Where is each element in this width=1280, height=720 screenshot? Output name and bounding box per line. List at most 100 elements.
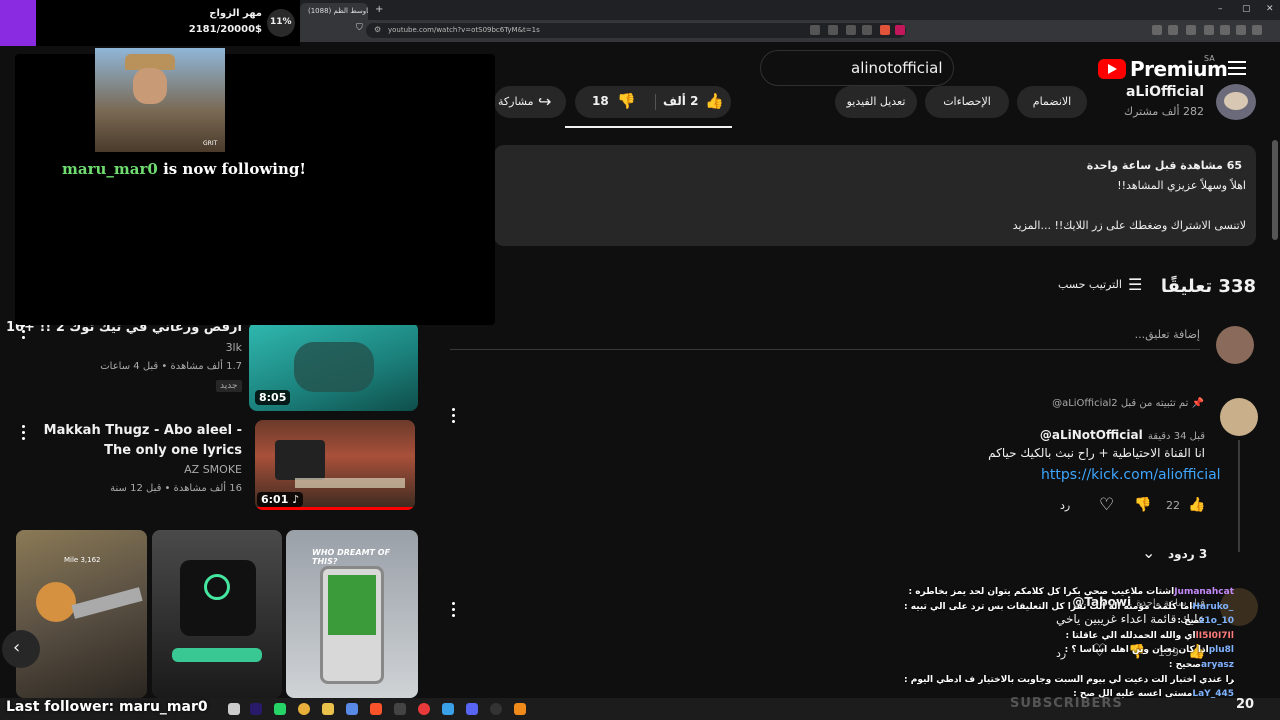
sidebar-icon[interactable] <box>1204 25 1214 35</box>
short-thumbnail[interactable]: Mile 3,162 <box>16 530 147 698</box>
wallet-icon[interactable] <box>1220 25 1230 35</box>
chat-message: : اشتات ملاعيب صحي بكرا كل كلامكم يتوان … <box>909 587 1235 597</box>
maximize-icon[interactable]: ▢ <box>1242 4 1251 14</box>
sort-button[interactable]: ☰ الترتيب حسب <box>1050 274 1154 296</box>
tab-title: (1088) ماوسط الظم... <box>308 7 368 15</box>
minimize-icon[interactable]: – <box>1218 4 1223 14</box>
short-thumbnail[interactable]: WHO DREAMT OF THIS? <box>286 530 418 698</box>
goal-percent-circle: 11% <box>267 9 295 37</box>
join-label: الانضمام <box>1032 95 1072 108</box>
url-field[interactable]: ⚙ youtube.com/watch?v=otS09bc6TyM&t=1s <box>366 23 906 38</box>
taskbar-vlc-icon[interactable] <box>514 703 526 715</box>
comment-menu-icon[interactable] <box>452 408 456 426</box>
stats-button[interactable]: الإحصاءات <box>925 86 1009 118</box>
share-button[interactable]: ↪ مشاركة <box>494 86 566 118</box>
edit-video-button[interactable]: تعديل الفيديو <box>835 86 917 118</box>
new-tab-button[interactable]: + <box>375 4 383 15</box>
video-thumbnail[interactable]: 6:01 ♪ <box>255 420 415 510</box>
taskbar-obs-icon[interactable] <box>490 703 502 715</box>
extension-icon-1[interactable] <box>1152 25 1162 35</box>
short-thumbnail[interactable] <box>152 530 282 698</box>
pinned-label: 📌 تم تثبيته من قبل ‎@aLiOfficial2 <box>990 398 1204 409</box>
join-button[interactable]: الانضمام <box>1017 86 1087 118</box>
video-title[interactable]: Makkah Thugz - Abo aleel - The only one … <box>40 421 242 461</box>
taskbar-app-icon[interactable] <box>442 703 454 715</box>
chat-message: : على اذطي بكرا عندي اختبار الت دعيت لي … <box>904 675 1234 685</box>
dislike-comment-icon[interactable]: 👎 <box>1134 497 1151 513</box>
taskbar-app-icon[interactable] <box>466 703 478 715</box>
video-thumbnail[interactable]: 8:05 <box>249 322 418 411</box>
menu-icon[interactable] <box>1252 25 1262 35</box>
url-text: youtube.com/watch?v=otS09bc6TyM&t=1s <box>388 26 540 34</box>
replies-label: 3 ردود <box>1168 547 1208 561</box>
video-menu-icon[interactable] <box>22 425 26 443</box>
region-label: SA <box>1204 54 1215 63</box>
pinned-by-text: تم تثبيته من قبل ‎@aLiOfficial2 <box>1052 398 1189 409</box>
zoom-icon[interactable] <box>828 25 838 35</box>
chat-text: : اذا كان تعبان وين أهله اساسا ؟ <box>1064 645 1209 656</box>
comment-menu-icon[interactable] <box>452 602 456 620</box>
extension-icon-3[interactable] <box>1186 25 1196 35</box>
taskbar-photos-icon[interactable] <box>346 703 358 715</box>
dislike-button[interactable]: 👎 18 <box>575 86 653 118</box>
add-comment-input[interactable]: إضافة تعليق... <box>1000 328 1200 341</box>
carousel-prev-button[interactable]: ‹ <box>2 630 40 668</box>
comment-link[interactable]: https://kick.com/aliofficial <box>1041 467 1221 483</box>
hamburger-menu-icon[interactable] <box>1228 61 1246 75</box>
chat-username: aryasz <box>1200 660 1234 670</box>
description-line-1: اهلاً وسهلاً عزيزي المشاهد!! <box>1117 179 1246 192</box>
taskbar-chrome-icon[interactable] <box>298 703 310 715</box>
taskbar-app-icon[interactable] <box>274 703 286 715</box>
comment-time[interactable]: قبل 34 دقيقة <box>1148 431 1205 442</box>
goal-percent: 11% <box>270 17 292 27</box>
sort-icon: ☰ <box>1128 275 1143 294</box>
comment-author[interactable]: @aLiNotOfficial <box>1040 428 1143 442</box>
taskbar-app-icon[interactable] <box>394 703 406 715</box>
heart-icon[interactable]: ♡ <box>1099 495 1114 515</box>
replies-toggle[interactable]: ⌄ 3 ردود <box>1140 543 1210 565</box>
share-label: مشاركة <box>498 95 534 108</box>
like-button[interactable]: 👍 2 ألف <box>655 86 731 118</box>
duration-text: 6:01 <box>261 493 289 506</box>
donation-goal-overlay: مهر الزواج 2181/20000$ 11% <box>0 0 300 46</box>
commenter-avatar[interactable] <box>1220 398 1258 436</box>
chat-username: Haruko_59 <box>1192 601 1234 612</box>
brave-rewards-icon[interactable] <box>895 25 905 35</box>
bookmark-icon[interactable]: ⛉ <box>356 23 363 33</box>
search-input[interactable]: alinotofficial <box>760 50 954 86</box>
chat-message: : اذا كان تعبان وين أهله اساسا ؟plu8l <box>1065 645 1234 655</box>
translate-icon[interactable] <box>810 25 820 35</box>
add-comment-underline <box>450 349 1200 350</box>
site-info-icon[interactable]: ⚙ <box>374 25 381 34</box>
chat-text: : اما كلمت مؤمنه اله الت تقرا كل التعليق… <box>904 601 1193 612</box>
chevron-left-icon: ‹ <box>13 637 21 658</box>
video-menu-icon[interactable] <box>22 324 26 342</box>
video-channel[interactable]: AZ SMOKE <box>40 463 242 476</box>
star-icon[interactable] <box>862 25 872 35</box>
browser-tab[interactable]: (1088) ماوسط الظم... <box>300 3 368 20</box>
last-follower-label: Last follower: maru_mar0 <box>6 699 208 715</box>
taskbar-app-icon[interactable] <box>418 703 430 715</box>
video-meta: 16 ألف مشاهدة • قبل 12 سنة <box>110 483 242 494</box>
extension-icon-2[interactable] <box>1168 25 1178 35</box>
taskbar-app-icon[interactable] <box>228 703 240 715</box>
description-box[interactable]: 65 مشاهدة قبل ساعة واحدة اهلاً وسهلاً عز… <box>494 145 1256 246</box>
channel-avatar[interactable] <box>1216 84 1256 120</box>
taskbar-brave-icon[interactable] <box>370 703 382 715</box>
like-comment-icon[interactable]: 👍 <box>1188 497 1205 513</box>
taskbar-folder-icon[interactable] <box>322 703 334 715</box>
share-icon[interactable] <box>846 25 856 35</box>
reply-button[interactable]: رد <box>1060 499 1070 512</box>
video-channel[interactable]: 3lk <box>40 341 242 354</box>
chat-username: lI5I0I7Il <box>1195 630 1234 641</box>
stats-label: الإحصاءات <box>943 95 991 108</box>
brave-shield-icon[interactable] <box>880 25 890 35</box>
scrollbar[interactable] <box>1272 140 1278 240</box>
profile-icon[interactable] <box>1236 25 1246 35</box>
chat-message: : صحz1o_10 <box>1177 616 1234 626</box>
chat-text: : صح <box>1177 616 1200 627</box>
channel-name[interactable]: aLiOfficial <box>1110 84 1204 96</box>
taskbar-premiere-icon[interactable] <box>250 703 262 715</box>
close-icon[interactable]: ✕ <box>1266 4 1274 14</box>
chat-message: : صحيحaryasz <box>1169 660 1234 670</box>
